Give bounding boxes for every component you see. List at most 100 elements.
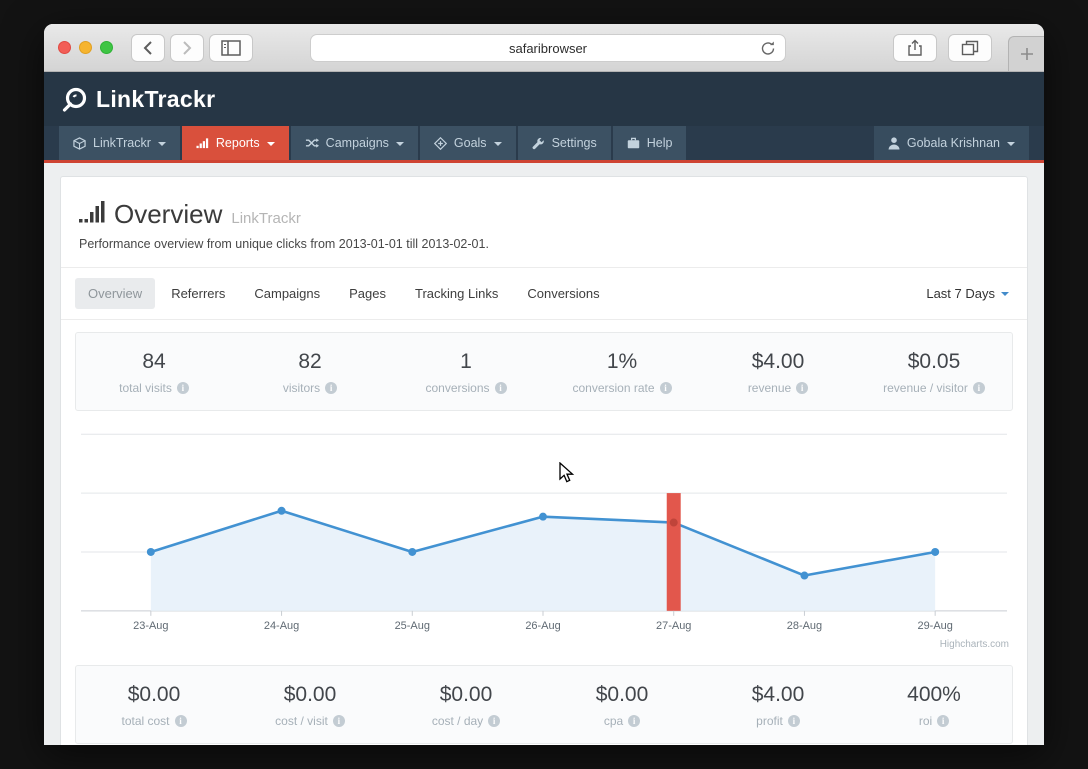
svg-text:24-Aug: 24-Aug — [264, 620, 299, 632]
nav-item-campaigns[interactable]: Campaigns — [290, 126, 418, 160]
user-icon — [888, 136, 900, 149]
svg-text:29-Aug: 29-Aug — [917, 620, 952, 632]
info-icon[interactable] — [176, 382, 189, 394]
nav-item-goals[interactable]: Goals — [419, 126, 516, 160]
page-content: Overview LinkTrackr Performance overview… — [44, 163, 1044, 745]
tab-overview[interactable]: Overview — [75, 278, 156, 309]
stat-value: $0.05 — [907, 350, 961, 373]
report-tabs: Overview Referrers Campaigns Pages Track… — [61, 268, 1027, 320]
stat-label: conversion rate — [572, 381, 655, 395]
tab-conversions[interactable]: Conversions — [514, 278, 612, 309]
info-icon[interactable] — [494, 382, 507, 394]
nav-label: Goals — [453, 136, 487, 150]
overview-chart: 23-Aug 24-Aug 25-Aug 26-Aug 27-Aug 28-Aug 29-A… — [75, 419, 1013, 659]
address-bar[interactable]: safaribrowser — [310, 34, 786, 62]
stat-cpa: $0.00 cpa — [544, 683, 700, 728]
stat-value: $0.00 — [595, 683, 649, 706]
info-icon[interactable] — [628, 715, 641, 727]
stat-label: cost / visit — [275, 714, 328, 728]
page-title-suffix: LinkTrackr — [231, 210, 301, 227]
stat-visitors: 82 visitors — [232, 350, 388, 395]
nav-item-help[interactable]: Help — [612, 126, 687, 160]
nav-item-settings[interactable]: Settings — [517, 126, 611, 160]
caret-down-icon — [493, 141, 502, 146]
stat-value: $0.00 — [127, 683, 181, 706]
stat-label: profit — [756, 714, 783, 728]
info-icon[interactable] — [787, 715, 800, 727]
nav-item-reports[interactable]: Reports — [181, 126, 289, 160]
stat-label: total visits — [119, 381, 172, 395]
stat-label: roi — [918, 714, 933, 728]
sidebar-icon — [221, 39, 241, 56]
briefcase-icon — [627, 137, 639, 149]
stat-value: 84 — [142, 350, 166, 373]
tab-tracking-links[interactable]: Tracking Links — [402, 278, 511, 309]
svg-text:Highcharts.com: Highcharts.com — [940, 639, 1009, 650]
linktrackr-logo-icon — [62, 87, 87, 112]
stat-value: $4.00 — [751, 683, 805, 706]
svg-text:23-Aug: 23-Aug — [133, 620, 168, 632]
stat-profit: $4.00 profit — [700, 683, 856, 728]
info-icon[interactable] — [488, 715, 501, 727]
page-header: Overview LinkTrackr Performance overview… — [61, 177, 1027, 268]
info-icon[interactable] — [332, 715, 345, 727]
caret-down-icon — [1007, 141, 1015, 146]
stat-cost-per-day: $0.00 cost / day — [388, 683, 544, 728]
info-icon[interactable] — [659, 382, 672, 394]
back-button[interactable] — [131, 33, 165, 62]
browser-window: safaribrowser LinkTrackr LinkTrackr Repo… — [44, 24, 1044, 745]
info-icon[interactable] — [325, 382, 338, 394]
stat-total-cost: $0.00 total cost — [76, 683, 232, 728]
minimize-window-button[interactable] — [79, 41, 92, 54]
caret-down-icon — [1001, 292, 1009, 296]
nav-label: Reports — [215, 136, 260, 150]
stat-label: cost / day — [431, 714, 484, 728]
share-icon — [908, 39, 922, 56]
info-icon[interactable] — [972, 382, 985, 394]
stat-label: total cost — [121, 714, 170, 728]
tab-pages[interactable]: Pages — [336, 278, 399, 309]
stat-value: 1% — [606, 350, 638, 373]
stat-value: $4.00 — [751, 350, 805, 373]
shuffle-icon — [305, 138, 319, 148]
stats-panel-bottom: $0.00 total cost $0.00 cost / visit $0.00 c… — [75, 665, 1013, 744]
tab-campaigns[interactable]: Campaigns — [241, 278, 333, 309]
tab-overview-button[interactable] — [948, 34, 992, 62]
diamond-icon — [433, 136, 447, 150]
sidebar-toggle-button[interactable] — [209, 33, 253, 62]
share-button[interactable] — [893, 34, 937, 62]
nav-label: Help — [646, 136, 673, 150]
stat-label: revenue / visitor — [883, 381, 968, 395]
tab-referrers[interactable]: Referrers — [158, 278, 238, 309]
stat-total-visits: 84 total visits — [76, 350, 232, 395]
stat-value: 82 — [298, 350, 322, 373]
reload-icon — [761, 41, 775, 55]
info-icon[interactable] — [174, 715, 187, 727]
window-controls — [58, 41, 113, 54]
nav-item-linktrackr[interactable]: LinkTrackr — [59, 126, 180, 160]
caret-down-icon — [395, 141, 404, 146]
caret-down-icon — [266, 141, 275, 146]
app-header: LinkTrackr — [44, 72, 1044, 126]
forward-button[interactable] — [170, 33, 204, 62]
user-name: Gobala Krishnan — [906, 136, 1000, 150]
stats-panel-top: 84 total visits 82 visitors 1 conversions 1… — [75, 332, 1013, 411]
new-tab-button[interactable] — [1008, 36, 1044, 72]
svg-text:27-Aug: 27-Aug — [656, 620, 691, 632]
close-window-button[interactable] — [58, 41, 71, 54]
plus-icon — [1020, 48, 1033, 60]
stat-cost-per-visit: $0.00 cost / visit — [232, 683, 388, 728]
zoom-window-button[interactable] — [100, 41, 113, 54]
overview-card: Overview LinkTrackr Performance overview… — [60, 176, 1028, 745]
info-icon[interactable] — [796, 382, 809, 394]
stat-conversions: 1 conversions — [388, 350, 544, 395]
stat-label: cpa — [603, 714, 624, 728]
svg-text:25-Aug: 25-Aug — [395, 620, 430, 632]
user-menu[interactable]: Gobala Krishnan — [873, 126, 1029, 160]
stat-label: visitors — [282, 381, 321, 395]
stat-value: $0.00 — [439, 683, 493, 706]
info-icon[interactable] — [937, 715, 950, 727]
reload-button[interactable] — [760, 40, 776, 60]
svg-text:28-Aug: 28-Aug — [787, 620, 822, 632]
date-range-dropdown[interactable]: Last 7 Days — [926, 286, 1013, 301]
